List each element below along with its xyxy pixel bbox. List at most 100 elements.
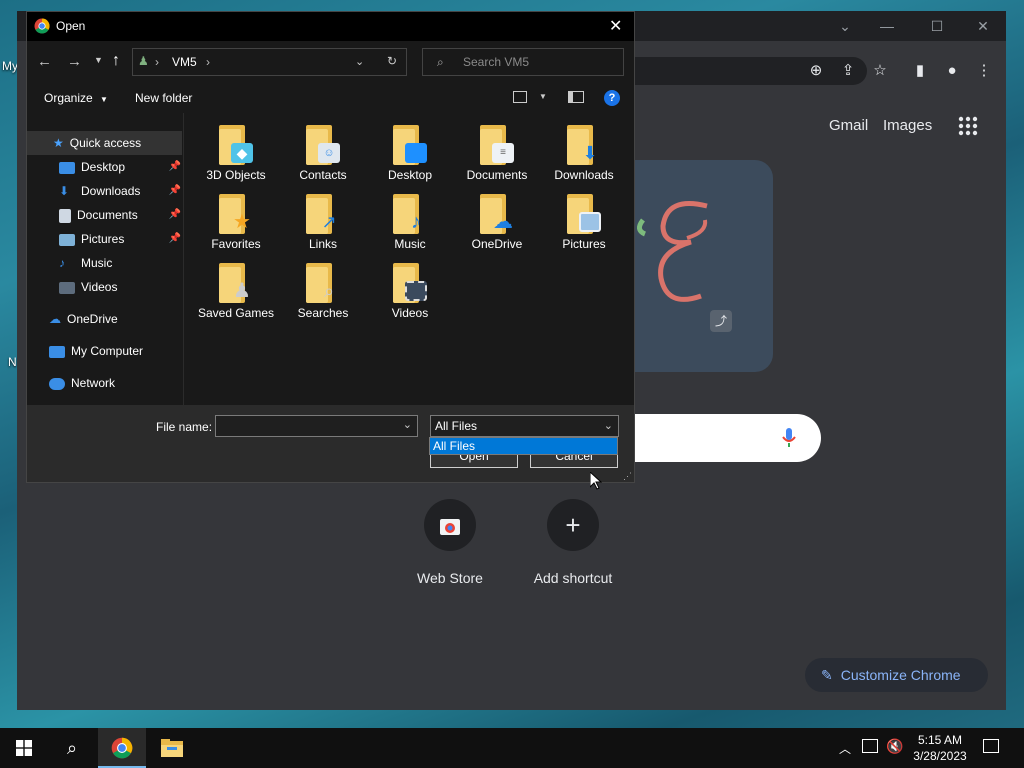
chevron-down-icon[interactable]: ⌄ <box>403 418 412 431</box>
preview-pane-icon[interactable] <box>568 91 584 103</box>
profile-icon[interactable]: ● <box>941 60 963 82</box>
computer-icon <box>49 345 65 358</box>
maximize-icon[interactable]: ☐ <box>917 11 957 41</box>
folder-tile[interactable]: ≡ Documents <box>455 125 539 182</box>
nav-quick-access[interactable]: ★ Quick access <box>53 131 141 155</box>
notifications-icon[interactable] <box>983 739 999 753</box>
forward-icon[interactable]: → <box>67 53 82 70</box>
videos-folder-icon <box>393 263 427 303</box>
images-link[interactable]: Images <box>883 117 932 134</box>
file-type-dropdown: All Files <box>429 437 618 455</box>
dialog-close-icon[interactable]: ✕ <box>609 16 622 36</box>
add-shortcut-icon[interactable]: + <box>547 499 599 551</box>
shortcut-label-web-store[interactable]: Web Store <box>390 570 510 586</box>
file-explorer-taskbar-button[interactable] <box>148 728 196 768</box>
cloud-icon: ☁ <box>49 312 61 326</box>
folder-tile[interactable]: ⬇ Downloads <box>542 125 626 182</box>
back-icon[interactable]: ← <box>37 53 52 70</box>
search-input[interactable]: ⌕ Search VM5 <box>422 48 624 76</box>
folder-tile[interactable]: ☺ Contacts <box>281 125 365 182</box>
chrome-logo-icon <box>34 18 50 34</box>
chevron-down-icon[interactable]: ⌄ <box>604 416 613 436</box>
help-icon[interactable]: ? <box>604 90 620 106</box>
recent-locations-icon[interactable]: ▼ <box>94 55 103 65</box>
navigation-pane: ★ Quick access Desktop 📌 ⬇ Downloads 📌 Docum… <box>27 113 183 405</box>
minimize-icon[interactable]: — <box>867 11 907 41</box>
share-icon[interactable]: ⇪ <box>837 60 859 82</box>
file-type-select[interactable]: All Files ⌄ <box>430 415 619 437</box>
taskbar: ⌕ ︿ 🔇 5:15 AM 3/28/2023 <box>0 728 1024 768</box>
nav-videos[interactable]: Videos <box>59 275 117 299</box>
file-name-label: File name: <box>156 420 213 434</box>
search-icon[interactable]: ⌕ <box>48 728 96 768</box>
change-view-icon[interactable] <box>513 91 527 103</box>
3d-objects-folder-icon: ◆ <box>219 125 253 165</box>
pin-icon: 📌 <box>168 185 181 196</box>
user-folder-icon: ♟ <box>138 54 149 68</box>
omnibox[interactable] <box>627 57 867 85</box>
nav-documents[interactable]: Documents 📌 <box>59 203 181 227</box>
desktop-icon <box>59 161 75 174</box>
side-panel-icon[interactable]: ▮ <box>909 60 931 82</box>
nav-music[interactable]: ♪ Music <box>59 251 112 275</box>
folder-tile[interactable]: ⌕ Searches <box>281 263 365 320</box>
folder-tile[interactable]: ◆ 3D Objects <box>194 125 278 182</box>
nav-network[interactable]: Network <box>49 371 115 395</box>
videos-icon <box>59 281 75 294</box>
folder-tile[interactable]: ↗ Links <box>281 194 365 251</box>
onedrive-folder-icon: ☁ <box>480 194 514 234</box>
taskbar-clock[interactable]: 5:15 AM 3/28/2023 <box>906 732 974 764</box>
nav-onedrive[interactable]: ☁ OneDrive <box>49 307 118 331</box>
nav-my-computer[interactable]: My Computer <box>49 339 143 363</box>
searches-folder-icon: ⌕ <box>306 263 340 303</box>
saved-games-folder-icon: ♟ <box>219 263 253 303</box>
gmail-link[interactable]: Gmail <box>829 117 868 134</box>
breadcrumb-vm5[interactable]: VM5 <box>172 55 197 69</box>
close-icon[interactable]: ✕ <box>963 11 1003 41</box>
file-list: ◆ 3D Objects ☺ Contacts Desktop ≡ Docume… <box>184 113 634 405</box>
organize-button[interactable]: Organize ▼ <box>44 83 108 115</box>
shortcut-label-add-shortcut[interactable]: Add shortcut <box>513 570 633 586</box>
dropdown-option-all-files[interactable]: All Files <box>430 438 617 454</box>
customize-chrome-button[interactable]: ✎ Customize Chrome <box>805 658 988 692</box>
view-options-arrow-icon[interactable]: ▼ <box>539 92 547 101</box>
chrome-taskbar-button[interactable] <box>98 728 146 768</box>
network-status-icon[interactable] <box>862 739 878 753</box>
pin-icon: 📌 <box>168 209 181 220</box>
folder-tile[interactable]: ♟ Saved Games <box>194 263 278 320</box>
show-hidden-icons-icon[interactable]: ︿ <box>839 740 851 757</box>
nav-downloads[interactable]: ⬇ Downloads 📌 <box>59 179 181 203</box>
folder-tile[interactable]: Desktop <box>368 125 452 182</box>
folder-tile[interactable]: ☁ OneDrive <box>455 194 539 251</box>
start-button[interactable] <box>0 728 48 768</box>
folder-tile[interactable]: Videos <box>368 263 452 320</box>
volume-muted-icon[interactable]: 🔇 <box>886 738 903 755</box>
nav-desktop[interactable]: Desktop 📌 <box>59 155 181 179</box>
voice-search-icon[interactable] <box>780 426 798 450</box>
folder-tile[interactable]: ♪ Music <box>368 194 452 251</box>
pin-icon: 📌 <box>168 233 181 244</box>
pencil-icon: ✎ <box>821 667 833 683</box>
address-history-icon[interactable]: ⌄ <box>355 55 364 68</box>
open-file-dialog: Open ✕ ← → ▼ ↑ ♟ › VM5 › ⌄ ↻ ⌕ Search VM… <box>26 11 635 483</box>
resize-grip-icon[interactable]: ⋰ <box>623 471 632 482</box>
downloads-icon: ⬇ <box>59 184 70 198</box>
web-store-shortcut[interactable] <box>424 499 476 551</box>
apps-grid-icon[interactable] <box>957 115 979 137</box>
tab-search-icon[interactable]: ⌄ <box>825 11 865 41</box>
folder-tile[interactable]: ★ Favorites <box>194 194 278 251</box>
zoom-icon[interactable]: ⊕ <box>805 60 827 82</box>
breadcrumb-chevron-icon[interactable]: › <box>206 55 210 69</box>
favorites-folder-icon: ★ <box>219 194 253 234</box>
up-icon[interactable]: ↑ <box>112 52 120 70</box>
bookmark-star-icon[interactable]: ☆ <box>869 60 891 82</box>
folder-tile[interactable]: Pictures <box>542 194 626 251</box>
refresh-icon[interactable]: ↻ <box>387 54 397 68</box>
address-bar[interactable]: ♟ › VM5 › ⌄ ↻ <box>132 48 407 76</box>
new-folder-button[interactable]: New folder <box>135 83 192 113</box>
nav-pictures[interactable]: Pictures 📌 <box>59 227 181 251</box>
clock-time: 5:15 AM <box>917 733 963 747</box>
menu-icon[interactable]: ⋮ <box>973 60 995 82</box>
doodle-share-icon[interactable]: ⤴ <box>710 310 732 332</box>
file-name-input[interactable]: ⌄ <box>215 415 418 437</box>
